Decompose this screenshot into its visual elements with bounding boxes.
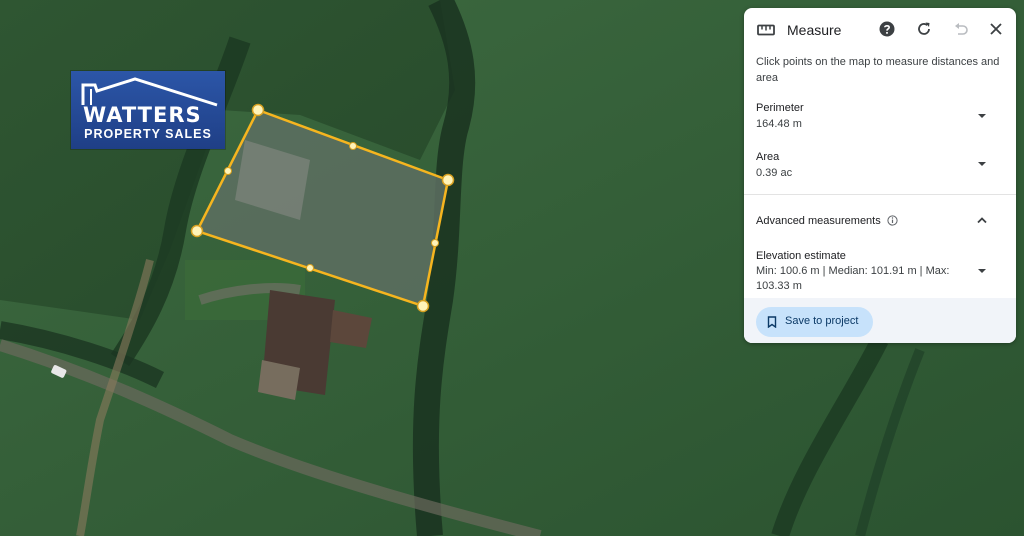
help-icon[interactable] [879, 21, 895, 37]
perimeter-dropdown-icon[interactable] [976, 112, 988, 120]
panel-title: Measure [787, 22, 842, 38]
advanced-measurements-label[interactable]: Advanced measurements [756, 215, 881, 227]
area-label: Area [756, 151, 780, 163]
logo-wordmark: WATTERS [83, 103, 202, 127]
measure-panel: Measure Click points on the map to measu… [744, 8, 1016, 343]
ruler-icon [757, 24, 775, 36]
close-icon[interactable] [990, 23, 1002, 35]
midpoint-handle[interactable] [224, 167, 232, 175]
logo-subtitle: PROPERTY SALES [84, 127, 212, 141]
elevation-value: Min: 100.6 m | Median: 101.91 m | Max: 1… [756, 265, 950, 292]
refresh-icon[interactable] [916, 21, 932, 37]
watermark-logo: WATTERS PROPERTY SALES [71, 71, 225, 149]
undo-icon[interactable] [953, 22, 969, 36]
midpoint-handle[interactable] [349, 142, 357, 150]
collapse-chevron-icon[interactable] [976, 216, 988, 224]
midpoint-handle[interactable] [431, 239, 439, 247]
perimeter-label: Perimeter [756, 102, 804, 114]
vertex-handle[interactable] [441, 173, 455, 187]
area-dropdown-icon[interactable] [976, 160, 988, 168]
vertex-handle[interactable] [416, 299, 430, 313]
area-value: 0.39 ac [756, 167, 793, 179]
elevation-label: Elevation estimate [756, 250, 846, 262]
elevation-dropdown-icon[interactable] [976, 267, 988, 275]
bookmark-icon [767, 316, 777, 328]
perimeter-value: 164.48 m [756, 118, 802, 130]
divider [744, 194, 1016, 195]
vertex-handle[interactable] [190, 224, 204, 238]
vertex-handle[interactable] [251, 103, 265, 117]
save-button-label: Save to project [785, 315, 859, 327]
instructions-text: Click points on the map to measure dista… [756, 56, 1000, 84]
midpoint-handle[interactable] [306, 264, 314, 272]
info-icon[interactable] [887, 215, 898, 226]
panel-header: Measure [744, 8, 1016, 52]
save-to-project-button[interactable]: Save to project [756, 307, 873, 337]
